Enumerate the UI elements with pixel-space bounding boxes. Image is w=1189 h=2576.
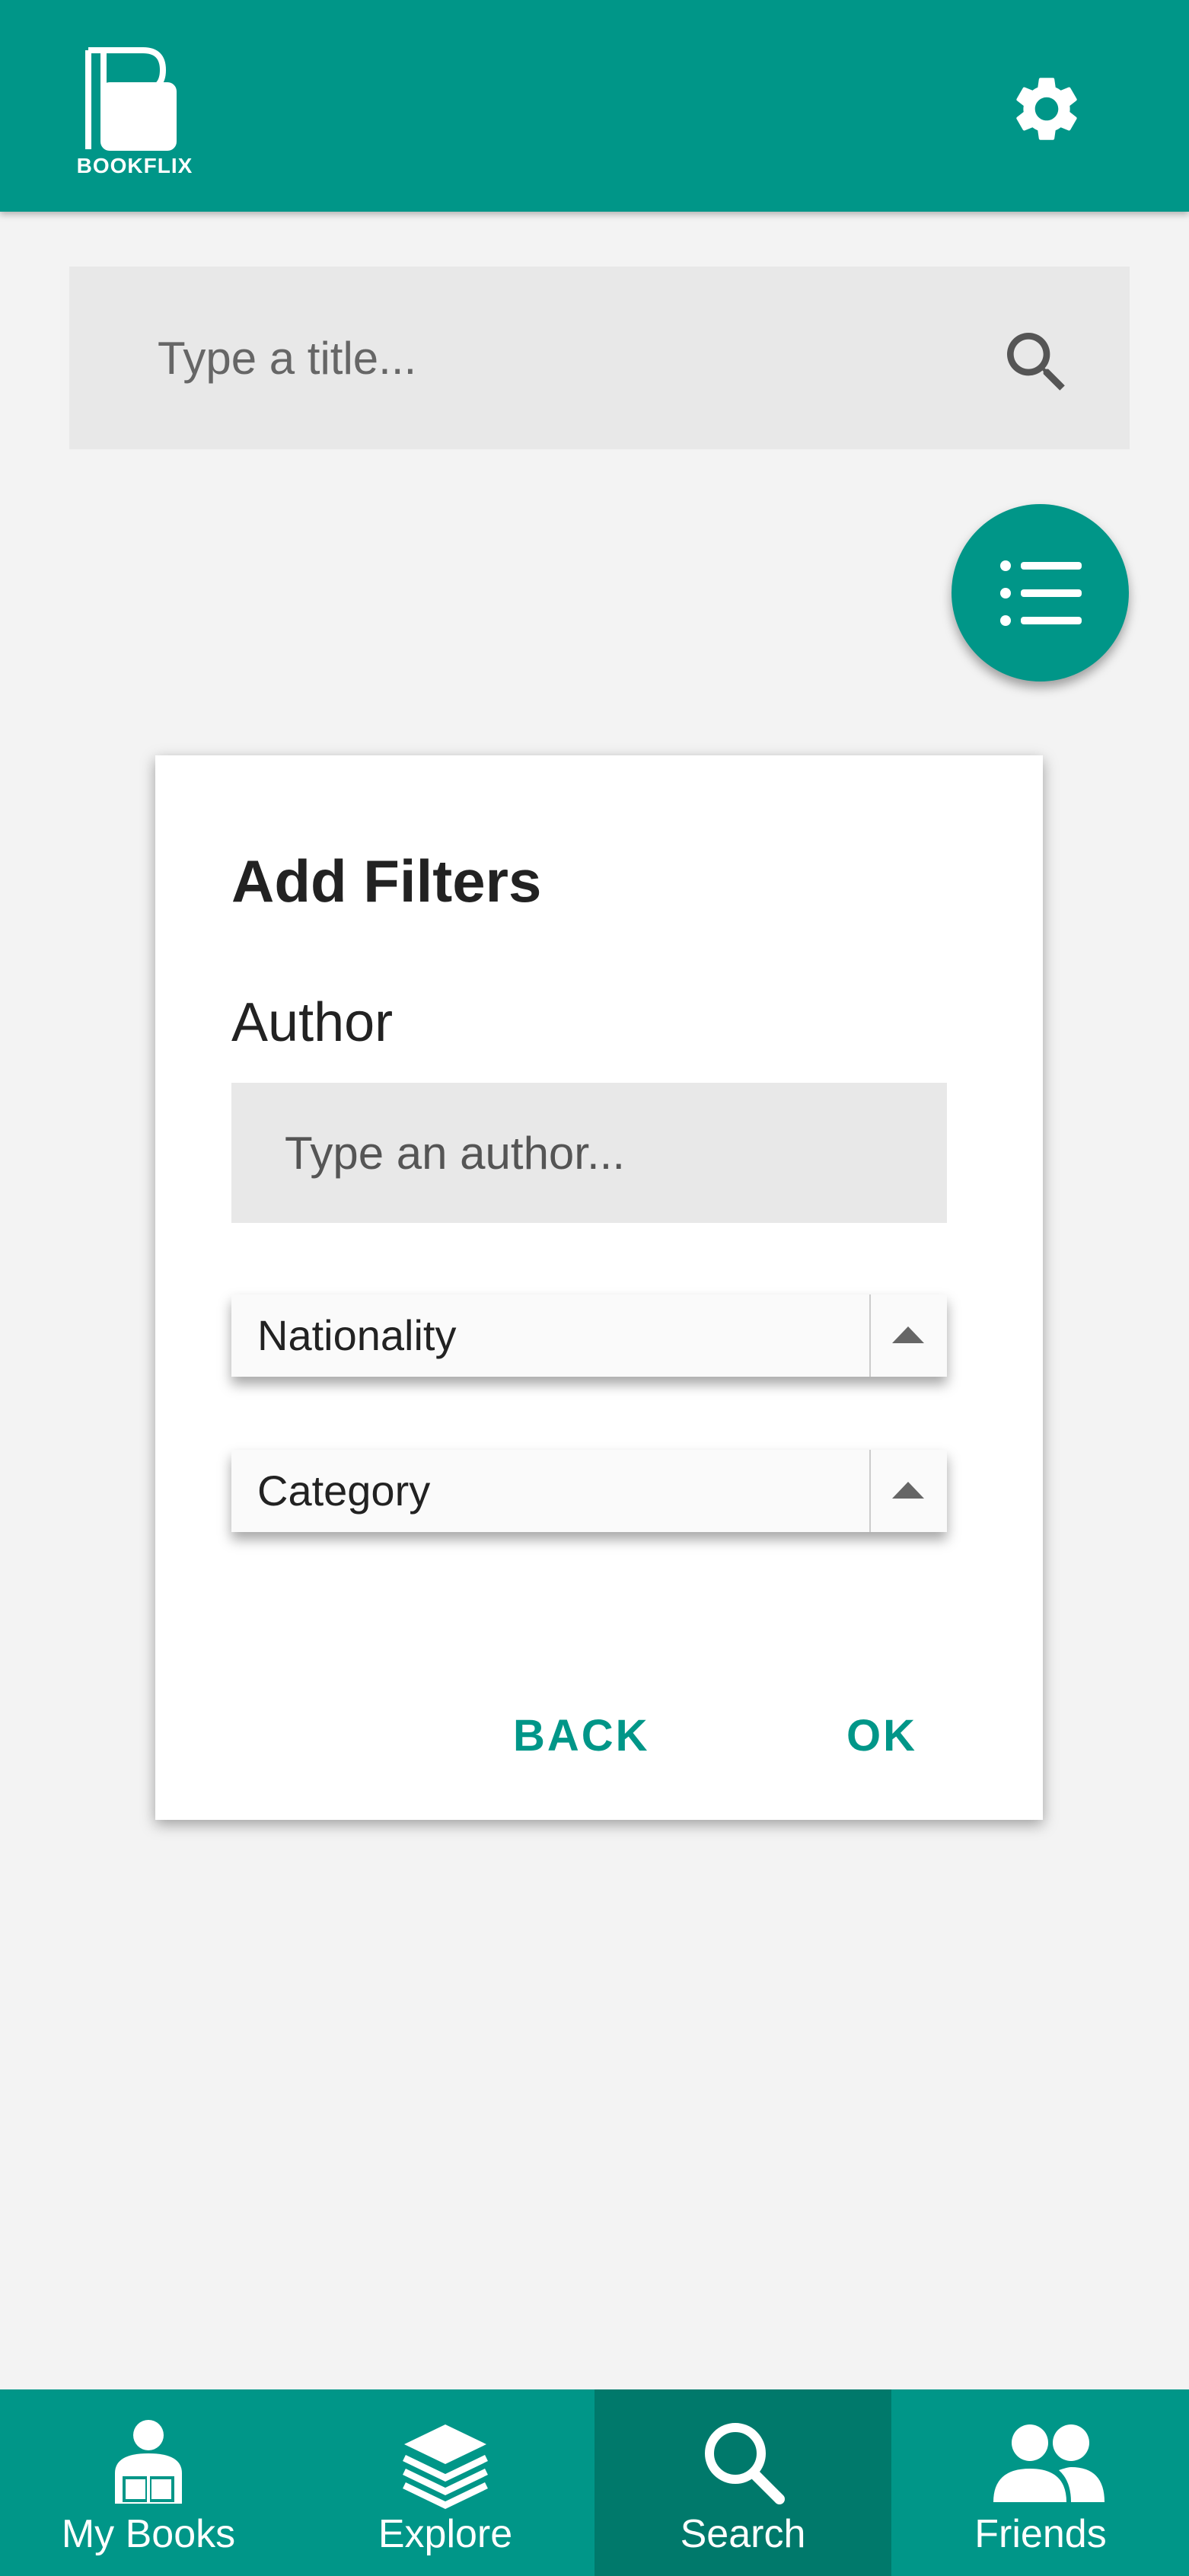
nav-item-explore[interactable]: Explore	[297, 2389, 594, 2576]
select-divider	[869, 1294, 871, 1377]
search-bar	[69, 267, 1130, 449]
nav-item-my-books[interactable]: My Books	[0, 2389, 297, 2576]
people-icon	[993, 2424, 1105, 2502]
gear-icon[interactable]	[1008, 70, 1085, 148]
nav-label: My Books	[61, 2512, 236, 2556]
app-bar: BOOKFLIX	[0, 0, 1189, 212]
nav-item-search[interactable]: Search	[594, 2389, 891, 2576]
author-label: Author	[231, 992, 394, 1053]
dialog-title: Add Filters	[231, 847, 542, 915]
select-divider	[869, 1450, 871, 1532]
nav-label: Search	[680, 2512, 806, 2556]
category-select[interactable]: Category	[231, 1450, 947, 1532]
author-input[interactable]	[231, 1083, 947, 1223]
back-button[interactable]: BACK	[513, 1698, 650, 1774]
caret-up-icon	[892, 1482, 924, 1499]
nationality-select-label: Nationality	[257, 1311, 457, 1359]
caret-up-icon	[892, 1326, 924, 1343]
filter-fab-button[interactable]	[952, 504, 1129, 682]
search-input[interactable]	[69, 267, 1013, 449]
filter-list-icon	[1000, 560, 1082, 626]
logo-text: BOOKFLIX	[76, 154, 193, 177]
add-filters-dialog: Add Filters Author Nationality Category …	[155, 755, 1043, 1820]
nav-label: Explore	[378, 2512, 513, 2556]
search-icon	[705, 2423, 785, 2504]
category-select-label: Category	[257, 1467, 431, 1515]
nationality-select[interactable]: Nationality	[231, 1294, 947, 1377]
ok-button[interactable]: OK	[846, 1698, 917, 1774]
bottom-navigation: My Books Explore Search Friends	[0, 2389, 1189, 2576]
books-stack-icon	[403, 2424, 488, 2509]
nav-label: Friends	[974, 2512, 1107, 2556]
nav-item-friends[interactable]: Friends	[892, 2389, 1189, 2576]
search-icon[interactable]	[997, 323, 1076, 402]
reader-icon	[115, 2420, 182, 2504]
